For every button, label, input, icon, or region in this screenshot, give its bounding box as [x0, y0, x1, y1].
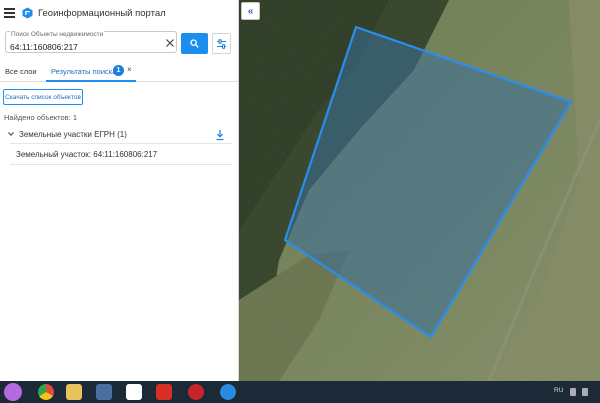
portal-title: Геоинформационный портал — [38, 8, 166, 19]
search-label: Поиск Объекты недвижимости — [10, 31, 105, 38]
found-count: Найдено объектов: 1 — [4, 113, 78, 122]
network-icon[interactable] — [570, 388, 576, 396]
volume-icon[interactable] — [582, 388, 588, 396]
tab-search-results[interactable]: Результаты поиска — [51, 60, 116, 82]
result-item-label: Земельный участок: 64:11:160806:217 — [16, 150, 158, 159]
chrome-icon[interactable] — [38, 384, 54, 400]
close-tab-button[interactable]: × — [127, 65, 132, 74]
sliders-icon — [217, 38, 226, 49]
yandex-browser-icon[interactable] — [126, 384, 142, 400]
keyboard-language[interactable]: RU — [554, 387, 563, 394]
portal-logo-icon — [22, 7, 33, 19]
search-input[interactable] — [10, 41, 158, 52]
tab-bar: Все слои Результаты поиска 1 × — [0, 60, 239, 82]
group-label: Земельные участки ЕГРН (1) — [19, 130, 127, 139]
download-icon[interactable] — [215, 129, 225, 141]
tab-all-layers[interactable]: Все слои — [5, 60, 37, 82]
divider — [10, 143, 232, 144]
result-item[interactable]: Земельный участок: 64:11:160806:217 — [10, 147, 232, 165]
media-player-icon[interactable] — [96, 384, 112, 400]
chevron-down-icon[interactable] — [7, 130, 15, 138]
results-count-badge: 1 — [113, 65, 124, 76]
active-tab-indicator — [46, 80, 136, 82]
search-field[interactable]: Поиск Объекты недвижимости — [5, 31, 177, 53]
start-menu-icon[interactable] — [4, 383, 22, 401]
opera-icon[interactable] — [188, 384, 204, 400]
map-view[interactable] — [239, 0, 600, 381]
filter-button[interactable] — [212, 33, 231, 54]
clear-icon[interactable] — [165, 38, 175, 48]
panel-header: Геоинформационный портал — [0, 0, 239, 28]
collapse-panel-button[interactable]: « — [241, 2, 260, 20]
yandex-icon[interactable] — [156, 384, 172, 400]
side-panel: Геоинформационный портал Поиск Объекты н… — [0, 0, 239, 381]
internet-explorer-icon[interactable] — [220, 384, 236, 400]
app-window: Геоинформационный портал Поиск Объекты н… — [0, 0, 600, 381]
search-icon — [190, 39, 199, 48]
menu-icon[interactable] — [4, 8, 15, 18]
taskbar: RU — [0, 381, 600, 403]
file-explorer-icon[interactable] — [66, 384, 82, 400]
satellite-imagery — [239, 0, 600, 381]
result-group[interactable]: Земельные участки ЕГРН (1) — [4, 129, 232, 143]
download-list-button[interactable]: Скачать список объектов — [3, 89, 83, 105]
search-button[interactable] — [181, 33, 208, 54]
